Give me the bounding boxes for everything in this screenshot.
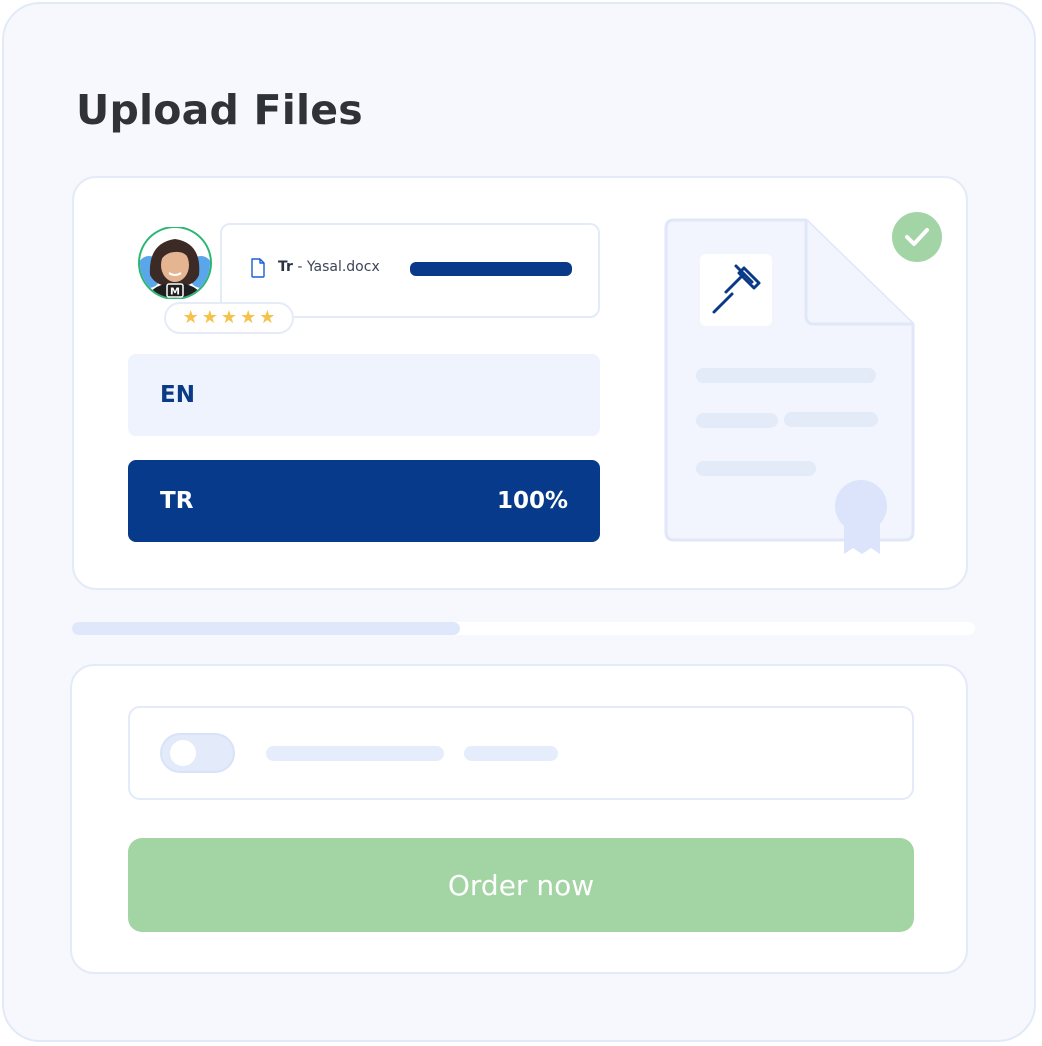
target-language-progress: 100% [496,488,568,514]
progress-fill [72,622,461,635]
reviewer-avatar: M [138,227,212,299]
certificate-seal-icon [835,480,887,554]
option-toggle[interactable] [160,733,235,773]
star-icon: ★ [182,307,199,328]
order-now-button[interactable]: Order now [128,838,914,932]
star-icon: ★ [220,307,238,328]
file-name-text: - Yasal.docx [292,259,380,275]
reviewer-rating: ★ ★ ★ ★ ★ [164,302,294,334]
source-language-label: EN [160,382,195,408]
document-file-icon [251,258,265,278]
page-title: Upload Files [76,86,363,134]
avatar-badge-letter: M [170,287,180,298]
option-label-placeholder [266,746,444,761]
file-name: Tr - Yasal.docx [278,259,380,275]
checkmark-icon [892,212,942,262]
option-value-placeholder [464,746,558,761]
file-language-prefix: Tr [278,259,293,275]
star-icon: ★ [240,307,257,328]
source-language-row[interactable]: EN [128,354,600,436]
star-icon: ★ [259,307,276,328]
legal-document-illustration [664,218,915,554]
target-language-row[interactable]: TR 100% [128,460,600,542]
star-icon: ★ [201,307,218,328]
toggle-knob [170,740,196,766]
target-language-label: TR [160,488,194,514]
file-upload-progress-bar [410,262,572,276]
